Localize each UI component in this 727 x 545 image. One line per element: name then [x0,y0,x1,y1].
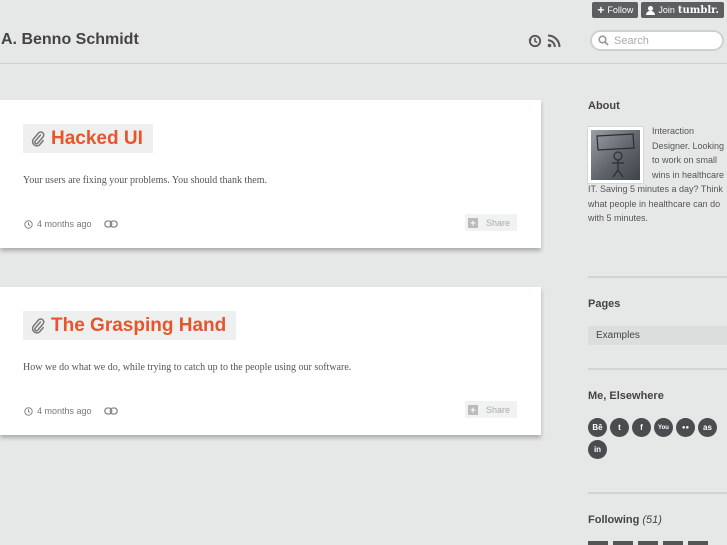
following-avatar[interactable] [663,541,683,545]
share-button[interactable]: + Share [465,214,517,231]
clock-icon [24,406,33,416]
following-avatar[interactable] [613,541,633,545]
pages-heading: Pages [588,298,621,310]
search-input[interactable] [614,34,714,47]
paperclip-icon [31,317,45,334]
header-icons [528,34,561,48]
behance-icon[interactable]: Bē [588,418,607,437]
blog-title[interactable]: A. Benno Schmidt [1,31,139,49]
avatar-image [591,130,640,180]
post-timestamp[interactable]: 4 months ago [37,406,92,416]
avatar-drawing [596,133,635,178]
post-title-wrap: Hacked UI [23,124,153,153]
post-body: How we do what we do, while trying to ca… [23,362,352,373]
lastfm-icon[interactable]: as [698,418,717,437]
about-heading: About [588,100,620,112]
elsewhere-heading: Me, Elsewhere [588,390,664,402]
flickr-icon[interactable]: ●● [676,418,695,437]
page-link-examples[interactable]: Examples [588,326,727,345]
following-thumbnails [588,541,708,545]
following-heading: Following (51) [588,514,662,526]
plus-icon: + [468,217,478,228]
clock-icon [24,219,33,229]
permalink-icon[interactable] [103,220,118,228]
post-title[interactable]: Hacked UI [51,128,143,150]
header: A. Benno Schmidt [0,0,727,64]
paperclip-icon [31,130,45,147]
following-count: (51) [642,514,662,526]
following-avatar[interactable] [638,541,658,545]
plus-icon: + [468,404,478,415]
post-timestamp[interactable]: 4 months ago [37,219,92,229]
post-card: Hacked UI Your users are fixing your pro… [0,100,541,248]
post-body: Your users are fixing your problems. You… [23,175,267,186]
sidebar-divider [588,276,727,278]
avatar[interactable] [588,127,643,183]
search-icon [598,35,609,46]
post-meta: 4 months ago [24,406,118,416]
following-label: Following [588,514,640,526]
permalink-icon[interactable] [103,407,118,415]
post-card: The Grasping Hand How we do what we do, … [0,287,541,435]
sidebar-divider [588,492,727,494]
social-icons: Bē t f You ●● as in [588,418,727,459]
search-box [590,30,724,51]
following-avatar[interactable] [588,541,608,545]
rss-icon[interactable] [547,34,561,48]
share-button[interactable]: + Share [465,401,517,418]
share-label: Share [486,217,511,228]
sidebar-divider [588,368,727,370]
post-meta: 4 months ago [24,219,118,229]
linkedin-icon[interactable]: in [588,440,607,459]
post-title-wrap: The Grasping Hand [23,311,237,340]
history-icon[interactable] [528,34,542,48]
following-avatar[interactable] [688,541,708,545]
post-title[interactable]: The Grasping Hand [51,315,226,337]
youtube-icon[interactable]: You [654,418,673,437]
twitter-icon[interactable]: t [610,418,629,437]
facebook-icon[interactable]: f [632,418,651,437]
share-label: Share [486,404,511,415]
